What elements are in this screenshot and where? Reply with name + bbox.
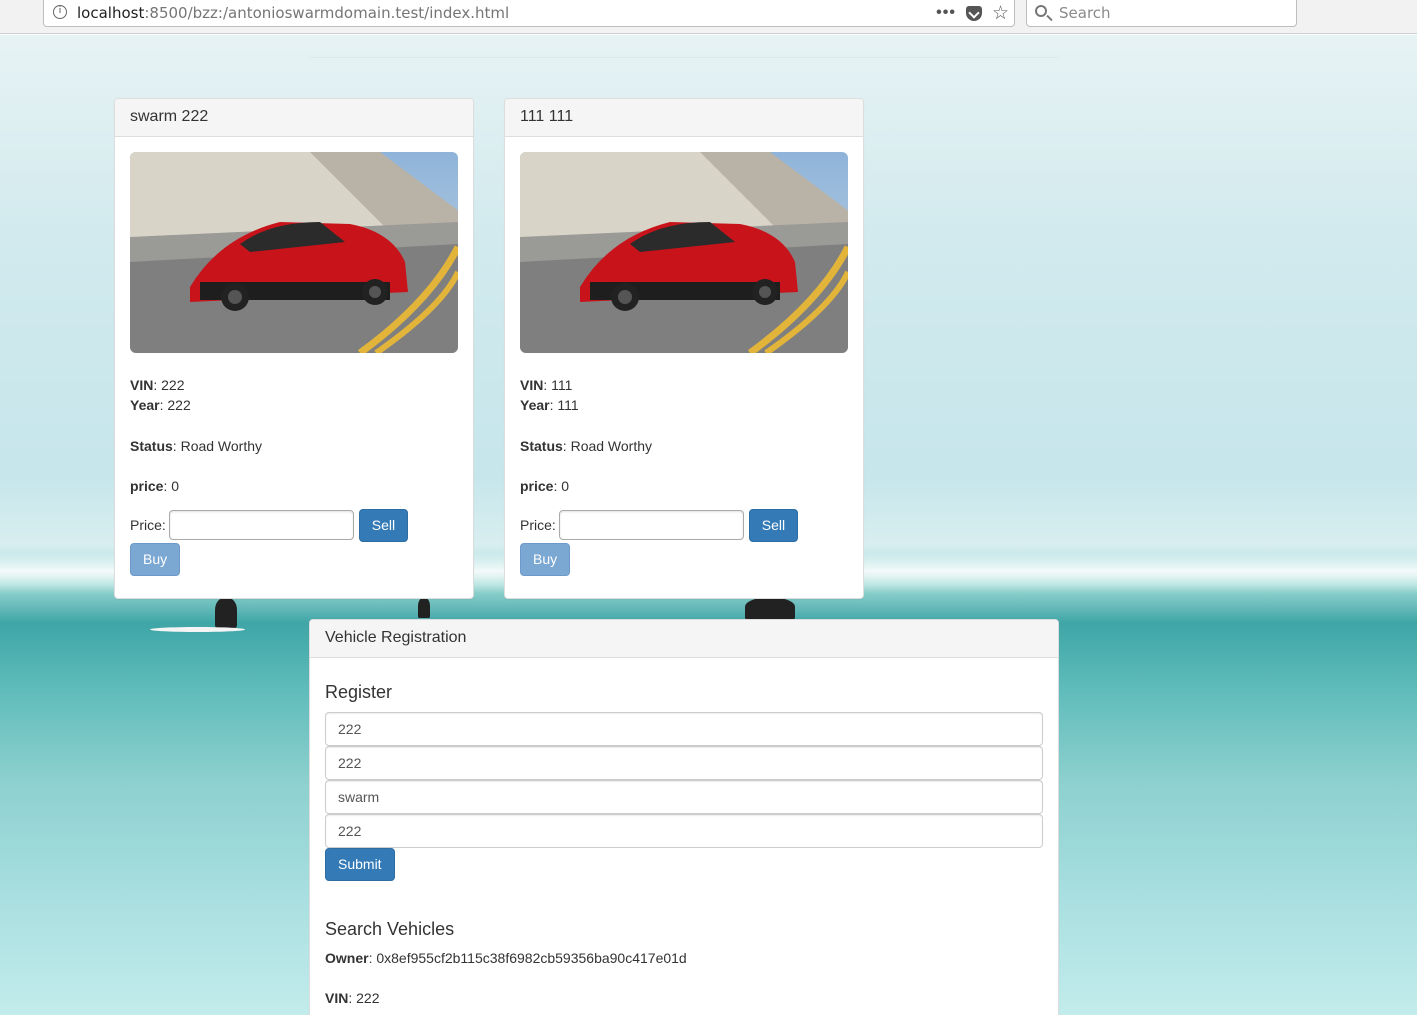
vin-field[interactable]: 222 [325,712,1043,746]
year-value: 111 [557,397,579,413]
registration-panel: Vehicle Registration Register 222 222 sw… [309,619,1059,1015]
surfer-image [745,598,795,620]
sell-button[interactable]: Sell [358,508,409,542]
car-photo [520,152,848,353]
price-input-label: Price: [130,517,166,533]
year-label: Year [130,397,160,413]
submit-button[interactable]: Submit [325,848,395,881]
vehicle-card: 111 111 VIN: 111 Year: 111 Status: Road … [504,98,864,599]
sell-button[interactable]: Sell [748,508,799,542]
buy-button[interactable]: Buy [130,543,181,576]
url-text[interactable]: localhost:8500/bzz:/antonioswarmdomain.t… [77,4,509,22]
search-icon [1035,5,1047,17]
registration-title: Vehicle Registration [310,620,1058,658]
status-value: Road Worthy [570,438,653,454]
price-input[interactable] [558,510,744,540]
vehicle-title: swarm 222 [115,99,473,137]
vehicle-card: swarm 222 VIN: 222 Year: 222 Status: Roa… [114,98,474,599]
search-vehicles-heading: Search Vehicles [325,919,455,939]
year-field[interactable]: 222 [325,746,1043,780]
url-actions: ••• ☆ [936,0,1014,27]
search-placeholder: Search [1059,4,1111,22]
vin-label: VIN [130,377,154,393]
surfboard-image [150,627,245,632]
buy-button[interactable]: Buy [520,543,571,576]
pocket-icon[interactable] [965,5,982,21]
status-label: Status [520,438,563,454]
url-path: :8500/bzz:/antonioswarmdomain.test/index… [144,4,510,22]
browser-search-box[interactable]: Search [1026,0,1297,27]
vin-label: VIN [325,990,349,1006]
owner-label: Owner [325,950,369,966]
info-icon[interactable]: i [53,5,67,19]
surfer-image [418,598,430,618]
price-label: price [130,478,164,494]
year-value: 222 [167,397,191,413]
surfer-image [215,598,237,628]
price-value: 0 [561,478,570,494]
url-host: localhost [77,4,145,22]
vin-value: 111 [551,377,573,393]
vin-value: 222 [161,377,185,393]
vehicle-title: 111 111 [505,99,863,137]
price-input-label: Price: [520,517,556,533]
model-field[interactable]: 222 [325,814,1043,848]
more-actions-icon[interactable]: ••• [936,4,956,22]
status-label: Status [130,438,173,454]
year-label: Year [520,397,550,413]
divider [309,57,1059,58]
browser-toolbar: i localhost:8500/bzz:/antonioswarmdomain… [0,0,1417,34]
owner-address: 0x8ef955cf2b115c38f6982cb59356ba90c417e0… [376,950,687,966]
vin-value: 222 [356,990,380,1006]
price-label: price [520,478,554,494]
car-photo [130,152,458,353]
page-background: swarm 222 VIN: 222 Year: 222 Status: Roa… [0,35,1417,1015]
price-value: 0 [171,478,180,494]
vin-label: VIN [520,377,544,393]
bookmark-star-icon[interactable]: ☆ [992,4,1009,23]
status-value: Road Worthy [180,438,263,454]
make-field[interactable]: swarm [325,780,1043,814]
register-heading: Register [325,682,393,702]
price-input[interactable] [168,510,354,540]
address-bar[interactable]: i localhost:8500/bzz:/antonioswarmdomain… [43,0,1015,27]
